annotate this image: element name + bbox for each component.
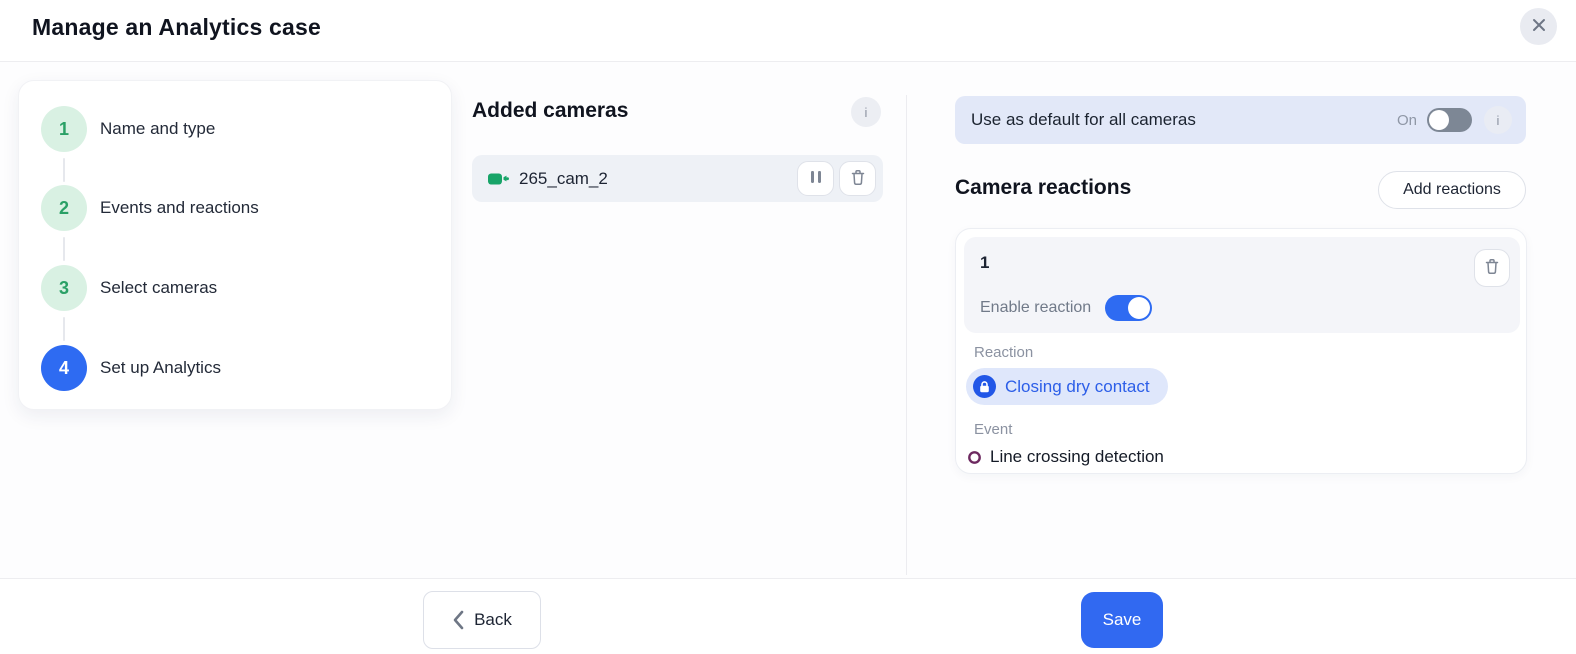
toggle-knob — [1429, 110, 1449, 130]
stepper-step-events-and-reactions[interactable]: 2 Events and reactions — [19, 185, 451, 231]
pause-icon — [810, 170, 822, 187]
stepper-panel: 1 Name and type 2 Events and reactions 3… — [18, 80, 452, 410]
back-button[interactable]: Back — [423, 591, 541, 649]
reaction-card-header: 1 Enable reaction — [964, 237, 1520, 333]
step-connector — [63, 237, 65, 261]
enable-reaction-label: Enable reaction — [980, 299, 1091, 317]
step-number-badge: 4 — [41, 345, 87, 391]
save-button[interactable]: Save — [1081, 592, 1163, 648]
default-banner-info-button[interactable]: i — [1484, 106, 1512, 134]
stepper-step-select-cameras[interactable]: 3 Select cameras — [19, 265, 451, 311]
event-value: Line crossing detection — [990, 447, 1164, 467]
use-as-default-label: Use as default for all cameras — [971, 110, 1397, 130]
step-label: Select cameras — [100, 278, 217, 298]
trash-icon — [1484, 258, 1500, 278]
trash-icon — [850, 169, 866, 189]
step-number-badge: 1 — [41, 106, 87, 152]
step-label: Set up Analytics — [100, 358, 221, 378]
delete-reaction-button[interactable] — [1474, 249, 1510, 287]
step-number-badge: 3 — [41, 265, 87, 311]
use-as-default-toggle[interactable] — [1427, 108, 1472, 132]
close-button[interactable] — [1520, 8, 1557, 45]
camera-name: 265_cam_2 — [519, 169, 797, 189]
event-field-label: Event — [974, 421, 1012, 438]
reaction-index: 1 — [980, 253, 989, 273]
step-number-badge: 2 — [41, 185, 87, 231]
reaction-value-chip[interactable]: Closing dry contact — [966, 368, 1168, 405]
close-icon — [1531, 17, 1547, 36]
pause-camera-button[interactable] — [797, 161, 834, 196]
use-as-default-banner: Use as default for all cameras On i — [955, 96, 1526, 144]
line-crossing-icon — [967, 450, 982, 465]
info-icon: i — [1497, 113, 1500, 128]
toggle-state-label: On — [1397, 112, 1417, 129]
delete-camera-button[interactable] — [839, 161, 876, 196]
chevron-left-icon — [452, 610, 464, 630]
stepper-step-name-and-type[interactable]: 1 Name and type — [19, 106, 451, 152]
step-label: Events and reactions — [100, 198, 259, 218]
event-value-row: Line crossing detection — [967, 447, 1164, 467]
camera-reactions-heading: Camera reactions — [955, 176, 1131, 200]
manage-analytics-case-dialog: Manage an Analytics case 1 Name and type… — [0, 0, 1576, 654]
camera-icon — [488, 172, 509, 186]
enable-reaction-toggle[interactable] — [1105, 295, 1152, 321]
step-connector — [63, 317, 65, 341]
back-button-label: Back — [474, 610, 512, 630]
stepper-step-set-up-analytics[interactable]: 4 Set up Analytics — [19, 345, 451, 391]
reaction-value: Closing dry contact — [1005, 377, 1150, 397]
reaction-card: 1 Enable reaction Reaction Closing dry c… — [955, 228, 1527, 474]
info-icon: i — [865, 105, 868, 120]
added-cameras-info-button[interactable]: i — [851, 97, 881, 127]
camera-list-item[interactable]: 265_cam_2 — [472, 155, 883, 202]
step-connector — [63, 158, 65, 182]
page-title: Manage an Analytics case — [32, 14, 321, 41]
toggle-knob — [1128, 297, 1150, 319]
step-label: Name and type — [100, 119, 215, 139]
added-cameras-heading: Added cameras — [472, 99, 628, 123]
dialog-footer: Back Save — [0, 578, 1576, 654]
reaction-field-label: Reaction — [974, 344, 1033, 361]
add-reactions-button[interactable]: Add reactions — [1378, 171, 1526, 209]
column-divider — [906, 95, 907, 575]
lock-icon — [973, 375, 996, 398]
dialog-header: Manage an Analytics case — [0, 0, 1576, 62]
